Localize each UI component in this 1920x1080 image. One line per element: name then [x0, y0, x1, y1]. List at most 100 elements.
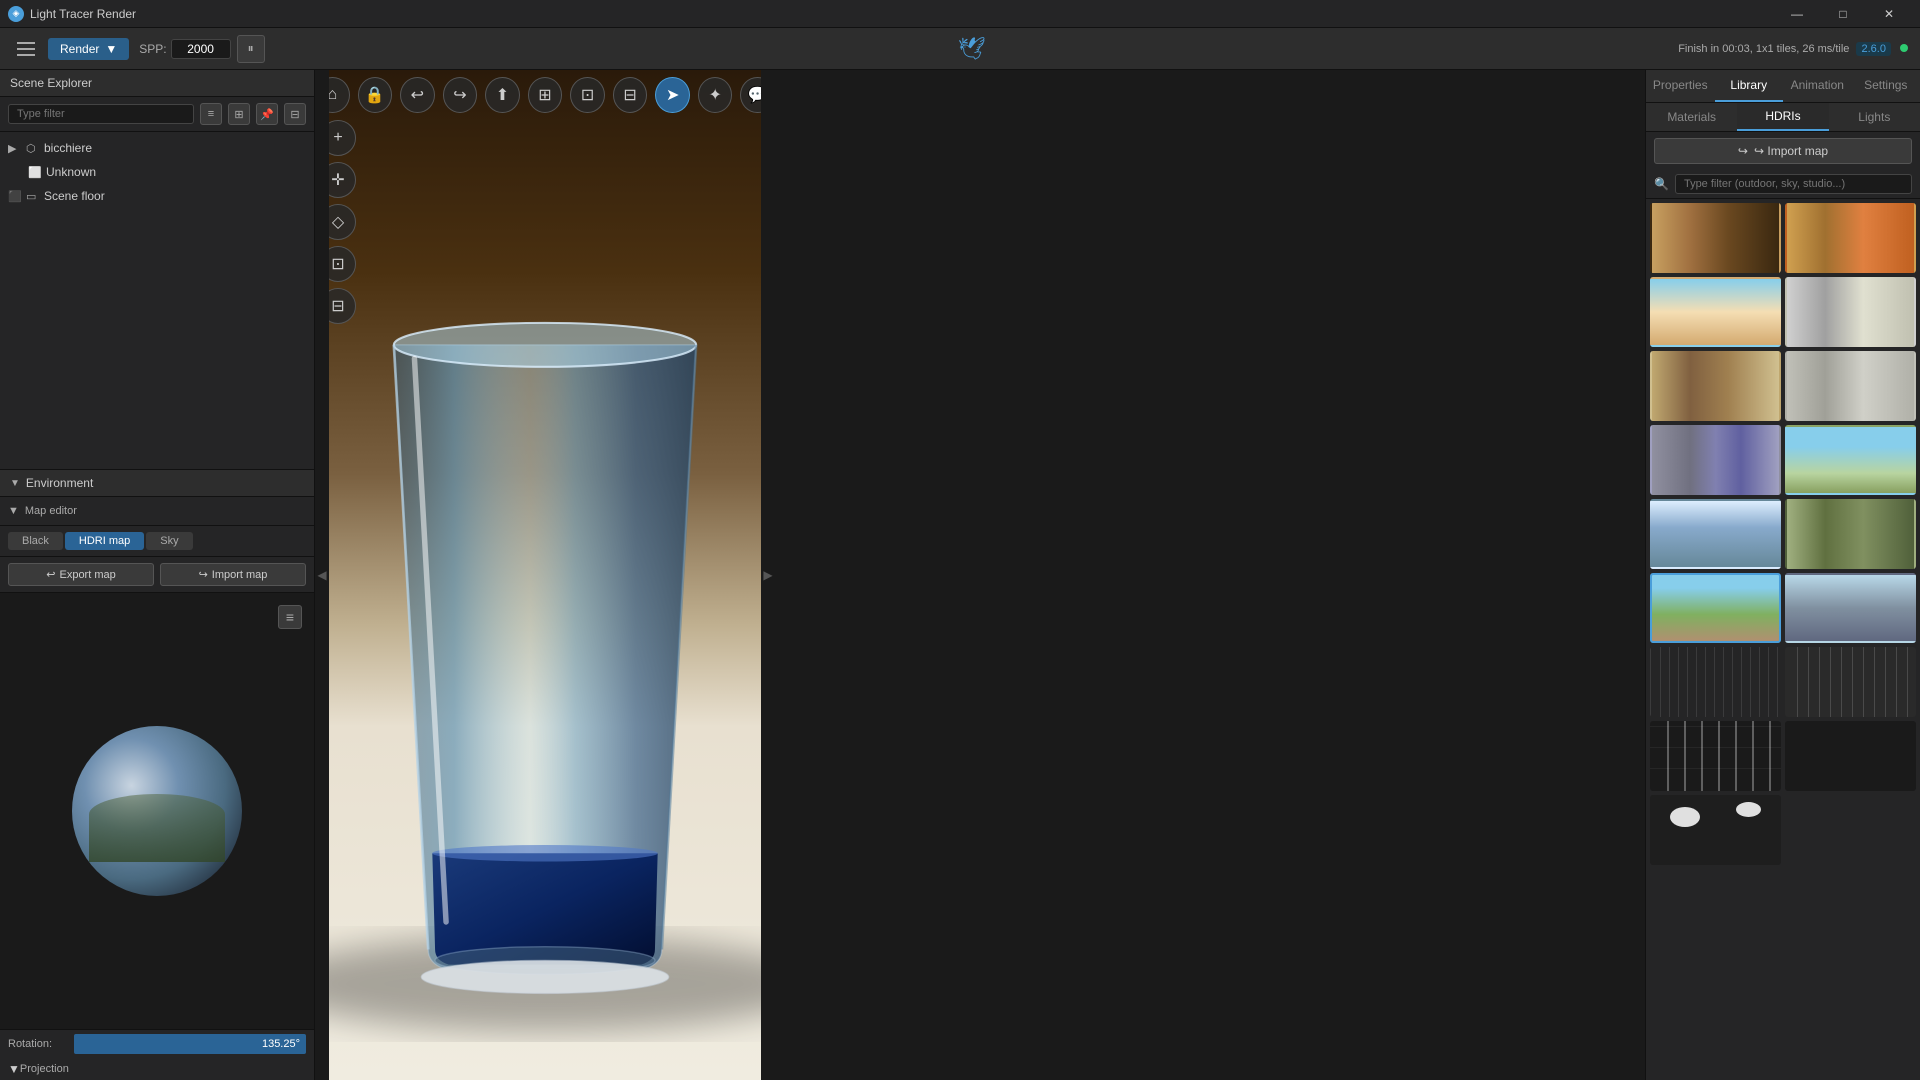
vp-redo-btn[interactable]: ↪: [443, 77, 478, 113]
rotation-row: Rotation: 135.25°: [0, 1029, 314, 1058]
hdri-thumb-12[interactable]: [1785, 573, 1916, 643]
more-icon[interactable]: ⋯: [288, 187, 306, 205]
hdri-preview-area: ≡: [0, 593, 314, 1029]
more-icon[interactable]: ⋯: [288, 163, 306, 181]
close-button[interactable]: ✕: [1866, 0, 1912, 28]
scene-view-grid-btn[interactable]: ⊞: [228, 103, 250, 125]
delete-icon[interactable]: 🗑: [248, 163, 266, 181]
tab-hdris[interactable]: HDRIs: [1737, 103, 1828, 131]
tab-animation[interactable]: Animation: [1783, 70, 1852, 102]
copy-icon[interactable]: ⧉: [268, 163, 286, 181]
hdri-thumb-11[interactable]: [1650, 573, 1781, 643]
projection-row[interactable]: ▼ Projection: [0, 1058, 314, 1080]
map-editor-header[interactable]: ▼ Map editor: [8, 503, 306, 519]
hdri-search-bar: 🔍: [1646, 170, 1920, 199]
import-map-button[interactable]: ↪ ↪ Import map: [1654, 138, 1912, 164]
app-logo: 🕊: [957, 36, 985, 62]
group-icon: ⬡: [26, 142, 40, 155]
right-resize-arrow: ▶: [763, 568, 772, 582]
delete-icon[interactable]: 🗑: [248, 139, 266, 157]
maximize-button[interactable]: □: [1820, 0, 1866, 28]
left-resize-handle[interactable]: ◀: [315, 70, 329, 1080]
hdri-thumb-2[interactable]: [1785, 203, 1916, 273]
glass-rim-top: [394, 323, 696, 367]
hdri-filter-input[interactable]: [1675, 174, 1912, 194]
vp-upload-btn[interactable]: ⬆: [485, 77, 520, 113]
import-map-button[interactable]: ↪ Import map: [160, 563, 306, 586]
vp-render-frame-btn[interactable]: ⊞: [528, 77, 563, 113]
tab-library[interactable]: Library: [1715, 70, 1784, 102]
scene-explorer-title: Scene Explorer: [10, 76, 92, 90]
scene-settings-btn[interactable]: ⊟: [284, 103, 306, 125]
import-label: Import map: [212, 569, 268, 581]
online-indicator: [1900, 44, 1908, 52]
scene-pin-btn[interactable]: 📌: [256, 103, 278, 125]
tree-item-bicchiere[interactable]: ▶ ⬡ bicchiere 🗑 ⧉ ⋯: [0, 136, 314, 160]
copy-icon[interactable]: ⧉: [268, 187, 286, 205]
hdri-thumb-16[interactable]: [1785, 721, 1916, 791]
right-resize-handle[interactable]: ▶: [761, 70, 775, 1080]
export-icon: ↩: [46, 568, 55, 581]
environment-title: Environment: [26, 476, 93, 490]
render-button[interactable]: Render ▼: [48, 38, 129, 60]
expand-icon: ▶: [8, 142, 22, 155]
pause-button[interactable]: ⏸: [237, 35, 265, 63]
titlebar: ◈ Light Tracer Render — □ ✕: [0, 0, 1920, 28]
hdri-thumb-10[interactable]: [1785, 499, 1916, 569]
tab-materials[interactable]: Materials: [1646, 103, 1737, 131]
hdri-thumb-13[interactable]: [1650, 647, 1781, 717]
scene-svg: [315, 70, 775, 1080]
left-resize-arrow: ◀: [317, 568, 326, 582]
hdri-thumb-8[interactable]: [1785, 425, 1916, 495]
map-editor-chevron: ▼: [8, 505, 19, 517]
hdri-thumb-5[interactable]: [1650, 351, 1781, 421]
hdri-thumb-15[interactable]: [1650, 721, 1781, 791]
import-icon: ↪: [199, 568, 208, 581]
projection-label: Projection: [20, 1063, 306, 1075]
copy-icon[interactable]: ⧉: [268, 139, 286, 157]
hdri-menu-button[interactable]: ≡: [278, 605, 302, 629]
import-map-label: ↪ Import map: [1754, 144, 1828, 158]
hdri-thumb-9[interactable]: [1650, 499, 1781, 569]
tab-black[interactable]: Black: [8, 532, 63, 550]
tree-item-unknown[interactable]: ⬜ Unknown 🗑 ⧉ ⋯: [0, 160, 314, 184]
tab-properties[interactable]: Properties: [1646, 70, 1715, 102]
hdri-thumb-4[interactable]: [1785, 277, 1916, 347]
vp-split-btn[interactable]: ⊟: [613, 77, 648, 113]
more-icon[interactable]: ⋯: [288, 139, 306, 157]
hdri-thumb-17[interactable]: [1650, 795, 1781, 865]
vp-undo-btn[interactable]: ↩: [400, 77, 435, 113]
delete-icon[interactable]: 🗑: [248, 187, 266, 205]
scene-filter-input[interactable]: [8, 104, 194, 124]
scene-explorer-header: Scene Explorer: [0, 70, 314, 97]
environment-panel: ▼ Environment ▼ Map editor Black HDRI ma…: [0, 470, 314, 1080]
vp-grid-btn[interactable]: ⊡: [570, 77, 605, 113]
scene-tree: ▶ ⬡ bicchiere 🗑 ⧉ ⋯ ⬜ Unknown 🗑 ⧉ ⋯: [0, 132, 314, 469]
tab-settings[interactable]: Settings: [1852, 70, 1920, 102]
environment-tabs: Black HDRI map Sky: [0, 526, 314, 557]
scene-view-list-btn[interactable]: ≡: [200, 103, 222, 125]
tree-item-scene-floor[interactable]: ⬛ ▭ Scene floor 🗑 ⧉ ⋯: [0, 184, 314, 208]
hdri-thumb-7[interactable]: [1650, 425, 1781, 495]
rotation-slider[interactable]: 135.25°: [74, 1034, 306, 1054]
hdri-thumb-3[interactable]: [1650, 277, 1781, 347]
vp-render-active-btn[interactable]: ➤: [655, 77, 690, 113]
hdri-thumb-1[interactable]: [1650, 203, 1781, 273]
item-label-unknown: Unknown: [46, 165, 244, 179]
plane-icon: ⬛: [8, 190, 22, 203]
tab-hdri[interactable]: HDRI map: [65, 532, 144, 550]
export-map-button[interactable]: ↩ Export map: [8, 563, 154, 586]
hdri-grid: [1646, 199, 1920, 1080]
menu-button[interactable]: [12, 35, 40, 63]
hdri-thumb-14[interactable]: [1785, 647, 1916, 717]
scene-explorer: Scene Explorer ≡ ⊞ 📌 ⊟ ▶ ⬡ bicchiere 🗑 ⧉…: [0, 70, 314, 470]
vp-lock-btn[interactable]: 🔒: [358, 77, 393, 113]
hdri-thumb-6[interactable]: [1785, 351, 1916, 421]
map-action-buttons: ↩ Export map ↪ Import map: [0, 557, 314, 593]
minimize-button[interactable]: —: [1774, 0, 1820, 28]
spp-value[interactable]: 2000: [171, 39, 231, 59]
tab-sky[interactable]: Sky: [146, 532, 192, 550]
export-label: Export map: [59, 569, 115, 581]
tab-lights[interactable]: Lights: [1829, 103, 1920, 131]
spp-label: SPP:: [139, 42, 166, 56]
